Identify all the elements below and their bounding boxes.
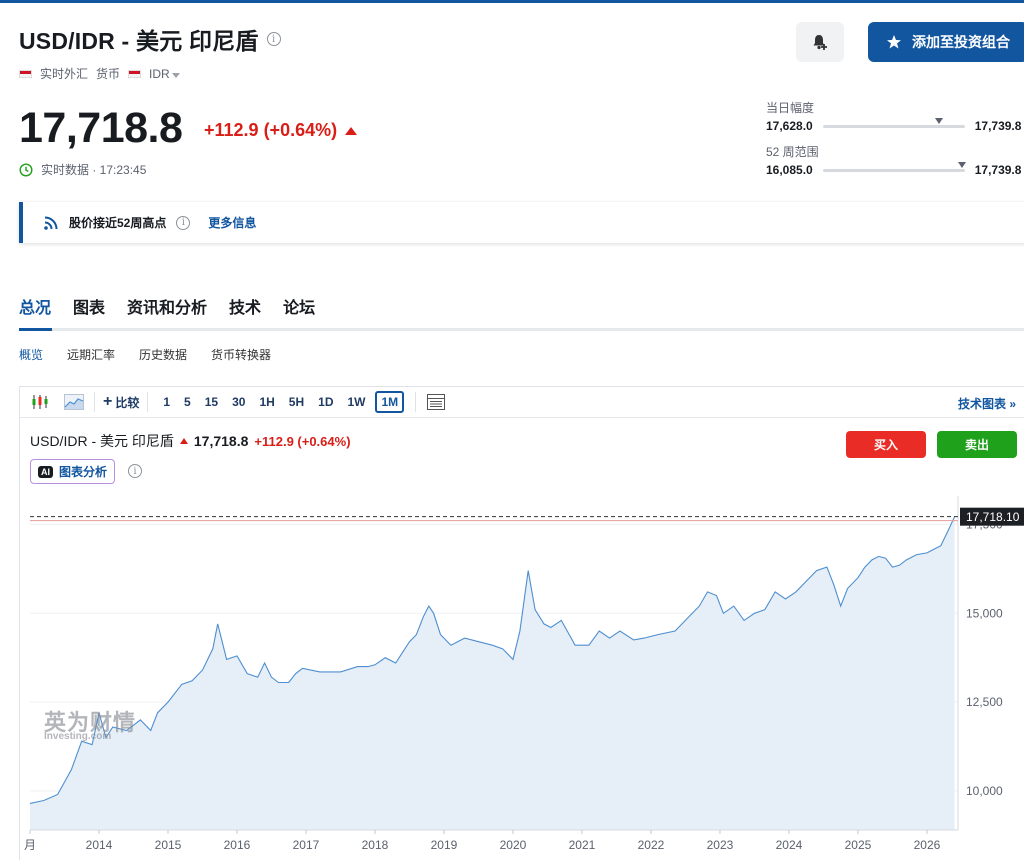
price-chart[interactable]: 10,00012,50015,00017,500月201420152016201…: [0, 0, 1024, 860]
x-tick-label: 2017: [293, 838, 320, 852]
x-tick-label: 2026: [914, 838, 941, 852]
y-tick-label: 15,000: [966, 606, 1003, 620]
x-tick-label: 2014: [86, 838, 113, 852]
y-tick-label: 10,000: [966, 784, 1003, 798]
x-tick-label: 2018: [362, 838, 389, 852]
investing-watermark: 英为财情 Investing.com: [44, 712, 136, 742]
y-tick-label: 12,500: [966, 695, 1003, 709]
x-tick-label: 2020: [500, 838, 527, 852]
last-value-label: 17,718.10: [966, 510, 1020, 524]
x-tick-label: 2022: [638, 838, 665, 852]
x-tick-label: 2021: [569, 838, 596, 852]
x-tick-label: 2016: [224, 838, 251, 852]
x-tick-label: 2025: [845, 838, 872, 852]
x-tick-label: 2024: [776, 838, 803, 852]
x-tick-label: 2023: [707, 838, 734, 852]
x-tick-label: 2015: [155, 838, 182, 852]
x-tick-label: 2019: [431, 838, 458, 852]
series-area: [30, 516, 955, 830]
x-tick-label: 月: [24, 838, 36, 852]
